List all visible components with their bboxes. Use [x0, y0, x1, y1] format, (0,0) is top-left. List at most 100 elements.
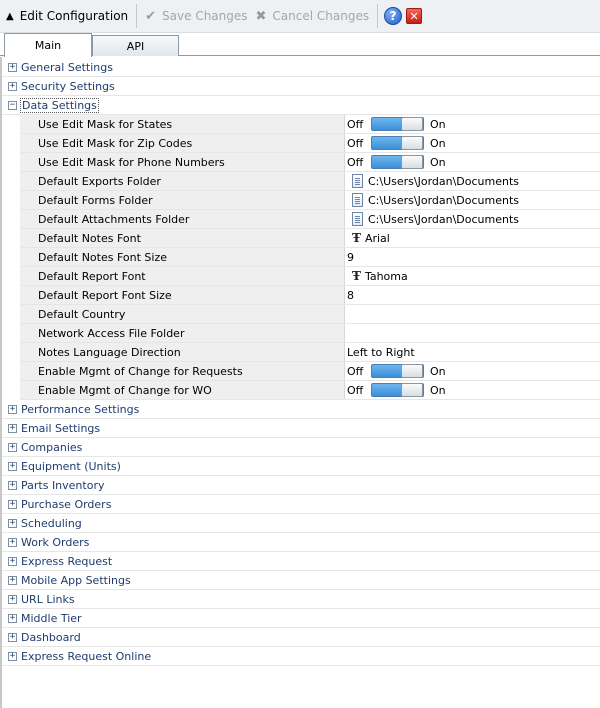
property-value[interactable]: Off On: [346, 153, 600, 171]
property-row[interactable]: Default Attachments Folder C:\Users\Jord…: [20, 210, 600, 229]
plus-icon[interactable]: +: [8, 81, 17, 91]
property-value[interactable]: Ŧ Tahoma: [346, 267, 600, 285]
property-name: Notes Language Direction: [20, 343, 345, 361]
property-value[interactable]: 8: [346, 286, 600, 304]
property-row[interactable]: Default Notes Font Ŧ Arial: [20, 229, 600, 248]
property-row[interactable]: Default Report Font Size 8: [20, 286, 600, 305]
plus-icon[interactable]: +: [8, 423, 17, 433]
cancel-changes-button[interactable]: ✖ Cancel Changes: [252, 0, 374, 33]
category-email-settings[interactable]: + Email Settings: [2, 419, 600, 438]
plus-icon[interactable]: +: [8, 461, 17, 471]
category-mobile-app-settings[interactable]: + Mobile App Settings: [2, 571, 600, 590]
property-value[interactable]: Left to Right: [346, 343, 600, 361]
collapse-toolbar-button[interactable]: ▲ Edit Configuration: [0, 0, 132, 33]
property-value[interactable]: Off On: [346, 362, 600, 380]
close-icon[interactable]: ✕: [406, 8, 423, 24]
folder-path-icon: [352, 193, 363, 207]
category-performance-settings[interactable]: + Performance Settings: [2, 400, 600, 419]
toggle-thumb[interactable]: [401, 136, 423, 150]
folder-path-value: C:\Users\Jordan\Documents: [368, 174, 520, 188]
category-express-request[interactable]: + Express Request: [2, 552, 600, 571]
help-icon[interactable]: ?: [384, 7, 403, 25]
category-scheduling[interactable]: + Scheduling: [2, 514, 600, 533]
property-value[interactable]: C:\Users\Jordan\Documents: [346, 210, 600, 228]
property-row[interactable]: Default Exports Folder C:\Users\Jordan\D…: [20, 172, 600, 191]
plus-icon[interactable]: +: [8, 575, 17, 585]
category-dashboard[interactable]: + Dashboard: [2, 628, 600, 647]
category-label: Scheduling: [21, 516, 82, 530]
toggle-thumb[interactable]: [401, 364, 423, 378]
category-security-settings[interactable]: + Security Settings: [2, 77, 600, 96]
property-value[interactable]: C:\Users\Jordan\Documents: [346, 191, 600, 209]
property-row[interactable]: Default Country: [20, 305, 600, 324]
category-label: Email Settings: [21, 421, 101, 435]
property-value[interactable]: Ŧ Arial: [346, 229, 600, 247]
property-row[interactable]: Notes Language Direction Left to Right: [20, 343, 600, 362]
property-row[interactable]: Enable Mgmt of Change for Requests Off O…: [20, 362, 600, 381]
toggle-off-label: Off: [347, 155, 364, 169]
plus-icon[interactable]: +: [8, 404, 17, 414]
on-off-toggle[interactable]: [371, 364, 424, 378]
category-label: Parts Inventory: [21, 478, 105, 492]
toolbar-separator: [377, 4, 379, 28]
property-value[interactable]: Off On: [346, 134, 600, 152]
property-value[interactable]: [346, 324, 600, 342]
checkmark-icon: ✔: [145, 8, 157, 24]
property-value[interactable]: 9: [346, 248, 600, 266]
plus-icon[interactable]: +: [8, 537, 17, 547]
property-value[interactable]: [346, 305, 600, 323]
plus-icon[interactable]: +: [8, 62, 17, 72]
toggle-thumb[interactable]: [401, 383, 423, 397]
save-changes-button[interactable]: ✔ Save Changes: [141, 0, 251, 33]
property-row[interactable]: Default Notes Font Size 9: [20, 248, 600, 267]
property-name: Default Report Font Size: [20, 286, 345, 304]
on-off-toggle[interactable]: [371, 136, 424, 150]
tab-api[interactable]: API: [92, 35, 179, 56]
toggle-thumb[interactable]: [401, 117, 423, 131]
plus-icon[interactable]: +: [8, 556, 17, 566]
minus-icon[interactable]: −: [8, 100, 17, 110]
property-row[interactable]: Use Edit Mask for Zip Codes Off On: [20, 134, 600, 153]
font-value: Arial: [364, 231, 390, 245]
plus-icon[interactable]: +: [8, 480, 17, 490]
cancel-changes-label: Cancel Changes: [272, 9, 370, 23]
font-value: Tahoma: [364, 269, 408, 283]
plus-icon[interactable]: +: [8, 518, 17, 528]
property-row[interactable]: Use Edit Mask for States Off On: [20, 115, 600, 134]
plus-icon[interactable]: +: [8, 594, 17, 604]
category-label: Purchase Orders: [21, 497, 112, 511]
category-middle-tier[interactable]: + Middle Tier: [2, 609, 600, 628]
tab-main[interactable]: Main: [4, 33, 92, 57]
category-work-orders[interactable]: + Work Orders: [2, 533, 600, 552]
category-url-links[interactable]: + URL Links: [2, 590, 600, 609]
on-off-toggle[interactable]: [371, 117, 424, 131]
on-off-toggle[interactable]: [371, 383, 424, 397]
plus-icon[interactable]: +: [8, 632, 17, 642]
property-row[interactable]: Enable Mgmt of Change for WO Off On: [20, 381, 600, 400]
plus-icon[interactable]: +: [8, 651, 17, 661]
property-name: Enable Mgmt of Change for WO: [20, 381, 345, 399]
plus-icon[interactable]: +: [8, 442, 17, 452]
category-purchase-orders[interactable]: + Purchase Orders: [2, 495, 600, 514]
on-off-toggle[interactable]: [371, 155, 424, 169]
plus-icon[interactable]: +: [8, 499, 17, 509]
category-label: Middle Tier: [21, 611, 82, 625]
category-general-settings[interactable]: + General Settings: [2, 58, 600, 77]
property-value[interactable]: Off On: [346, 115, 600, 133]
plus-icon[interactable]: +: [8, 613, 17, 623]
category-parts-inventory[interactable]: + Parts Inventory: [2, 476, 600, 495]
category-label: URL Links: [21, 592, 75, 606]
category-data-settings[interactable]: − Data Settings: [2, 96, 600, 115]
category-equipment-units[interactable]: + Equipment (Units): [2, 457, 600, 476]
save-changes-label: Save Changes: [162, 9, 248, 23]
category-express-request-online[interactable]: + Express Request Online: [2, 647, 600, 666]
property-value[interactable]: Off On: [346, 381, 600, 399]
property-value[interactable]: C:\Users\Jordan\Documents: [346, 172, 600, 190]
property-row[interactable]: Default Forms Folder C:\Users\Jordan\Doc…: [20, 191, 600, 210]
category-companies[interactable]: + Companies: [2, 438, 600, 457]
property-row[interactable]: Network Access File Folder: [20, 324, 600, 343]
property-row[interactable]: Default Report Font Ŧ Tahoma: [20, 267, 600, 286]
toggle-thumb[interactable]: [401, 155, 423, 169]
property-row[interactable]: Use Edit Mask for Phone Numbers Off On: [20, 153, 600, 172]
property-name: Use Edit Mask for Zip Codes: [20, 134, 345, 152]
